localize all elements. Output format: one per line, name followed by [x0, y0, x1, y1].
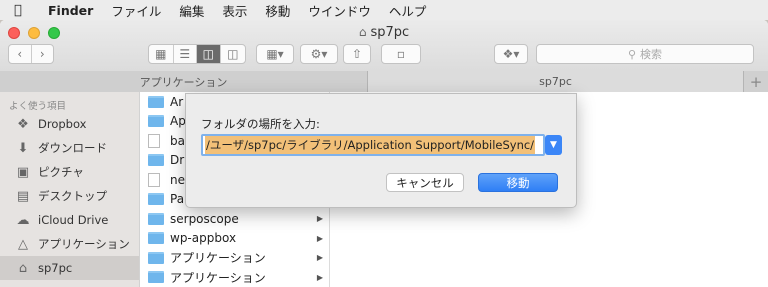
sidebar-item-pictures[interactable]: ▣ ピクチャ: [0, 160, 139, 184]
tags-button[interactable]: ▫: [381, 44, 421, 64]
gear-icon: ⚙▾: [310, 47, 328, 61]
column-view-button[interactable]: ◫: [197, 45, 221, 63]
tab-sp7pc[interactable]: sp7pc: [368, 71, 744, 92]
go-to-folder-dialog: フォルダの場所を入力: /ユーザ/sp7pc/ライブラリ/Application…: [185, 93, 577, 208]
desktop-icon: ▤: [16, 188, 30, 204]
disclosure-arrow-icon: ▶: [316, 214, 323, 224]
list-item[interactable]: wp-appbox ▶: [140, 229, 329, 249]
dropbox-toolbar-button[interactable]: ❖▾: [494, 44, 528, 64]
columns-icon: ◫: [202, 47, 214, 61]
share-icon: ⇧: [351, 47, 363, 61]
menu-help[interactable]: ヘルプ: [389, 1, 427, 20]
camera-icon: ▣: [16, 164, 30, 180]
list-item[interactable]: serposcope ▶: [140, 209, 329, 229]
tab-bar: アプリケーション sp7pc +: [0, 71, 768, 92]
list-view-button[interactable]: ☰: [174, 45, 198, 63]
toolbar: ⌂ sp7pc ‹ › ▦ ☰ ◫ ◫ ▦▾ ⚙▾ ⇧ ▫ ❖▾ ⚲ 検索 アプ…: [0, 20, 768, 92]
chevron-right-icon: ›: [39, 47, 45, 61]
arrange-button[interactable]: ▦▾: [256, 44, 294, 64]
forward-button[interactable]: ›: [32, 45, 54, 63]
menu-app-name[interactable]: Finder: [48, 3, 93, 18]
folder-icon: [148, 193, 164, 206]
view-mode-control: ▦ ☰ ◫ ◫: [148, 44, 246, 64]
folder-icon: [148, 154, 164, 167]
sidebar-item-applications[interactable]: △ アプリケーション: [0, 232, 139, 256]
chevron-down-icon: ▼: [550, 140, 557, 150]
home-icon: ⌂: [358, 25, 367, 39]
sidebar-item-sp7pc[interactable]: ⌂ sp7pc: [0, 256, 139, 280]
icon-view-button[interactable]: ▦: [149, 45, 174, 63]
folder-icon: [148, 251, 164, 264]
disclosure-arrow-icon: ▶: [316, 233, 323, 243]
gallery-icon: ◫: [227, 47, 239, 61]
sidebar-header: よく使う項目: [9, 101, 67, 112]
share-button[interactable]: ⇧: [343, 44, 371, 64]
menu-bar:  Finder ファイル 編集 表示 移動 ウインドウ ヘルプ: [0, 0, 768, 20]
dropbox-icon: ❖▾: [502, 47, 520, 61]
cancel-button[interactable]: キャンセル: [386, 173, 464, 192]
nav-buttons: ‹ ›: [8, 44, 54, 64]
sidebar-item-desktop[interactable]: ▤ デスクトップ: [0, 184, 139, 208]
document-icon: [148, 172, 160, 187]
download-icon: ⬇: [17, 140, 29, 156]
folder-icon: [148, 271, 164, 284]
applications-icon: △: [18, 236, 28, 252]
disclosure-arrow-icon: ▶: [316, 272, 323, 282]
list-item[interactable]: アプリケーション ▶: [140, 248, 329, 268]
document-icon: [148, 133, 160, 148]
menu-window[interactable]: ウインドウ: [308, 1, 371, 20]
menu-view[interactable]: 表示: [222, 1, 247, 20]
grid-icon: ▦: [155, 47, 167, 61]
folder-path-value: /ユーザ/sp7pc/ライブラリ/Application Support/Mob…: [205, 136, 536, 154]
dropbox-icon: ❖: [17, 116, 29, 132]
tab-applications[interactable]: アプリケーション: [0, 71, 368, 92]
cloud-icon: ☁: [16, 212, 30, 228]
folder-icon: [148, 115, 164, 128]
search-field[interactable]: ⚲ 検索: [536, 44, 754, 64]
sidebar-item-dropbox[interactable]: ❖ Dropbox: [0, 112, 139, 136]
list-item[interactable]: アプリケーション ▶: [140, 268, 329, 287]
plus-icon: +: [749, 72, 763, 91]
new-tab-button[interactable]: +: [744, 71, 768, 92]
menu-edit[interactable]: 編集: [179, 1, 204, 20]
back-button[interactable]: ‹: [9, 45, 32, 63]
home-icon: ⌂: [18, 260, 28, 276]
sidebar-item-downloads[interactable]: ⬇ ダウンロード: [0, 136, 139, 160]
disclosure-arrow-icon: ▶: [316, 253, 323, 263]
chevron-left-icon: ‹: [17, 47, 23, 61]
action-button[interactable]: ⚙▾: [300, 44, 338, 64]
search-icon: ⚲: [627, 47, 637, 61]
window-title: ⌂ sp7pc: [358, 25, 410, 40]
apple-menu-icon[interactable]: : [14, 3, 32, 18]
go-button[interactable]: 移動: [478, 173, 558, 192]
tag-icon: ▫: [396, 47, 406, 61]
folder-icon: [148, 95, 164, 108]
search-placeholder: 検索: [640, 48, 663, 61]
folder-icon: [148, 212, 164, 225]
sidebar: よく使う項目 ❖ Dropbox ⬇ ダウンロード ▣ ピクチャ ▤ デスクトッ…: [0, 92, 140, 287]
sidebar-item-icloud[interactable]: ☁ iCloud Drive: [0, 208, 139, 232]
menu-go[interactable]: 移動: [265, 1, 290, 20]
arrange-icon: ▦▾: [266, 47, 284, 61]
dialog-label: フォルダの場所を入力:: [201, 117, 320, 131]
menu-file[interactable]: ファイル: [111, 1, 161, 20]
folder-icon: [148, 232, 164, 245]
gallery-view-button[interactable]: ◫: [221, 45, 245, 63]
path-history-dropdown[interactable]: ▼: [545, 135, 562, 155]
folder-path-input[interactable]: /ユーザ/sp7pc/ライブラリ/Application Support/Mob…: [201, 134, 545, 156]
list-icon: ☰: [179, 47, 191, 61]
